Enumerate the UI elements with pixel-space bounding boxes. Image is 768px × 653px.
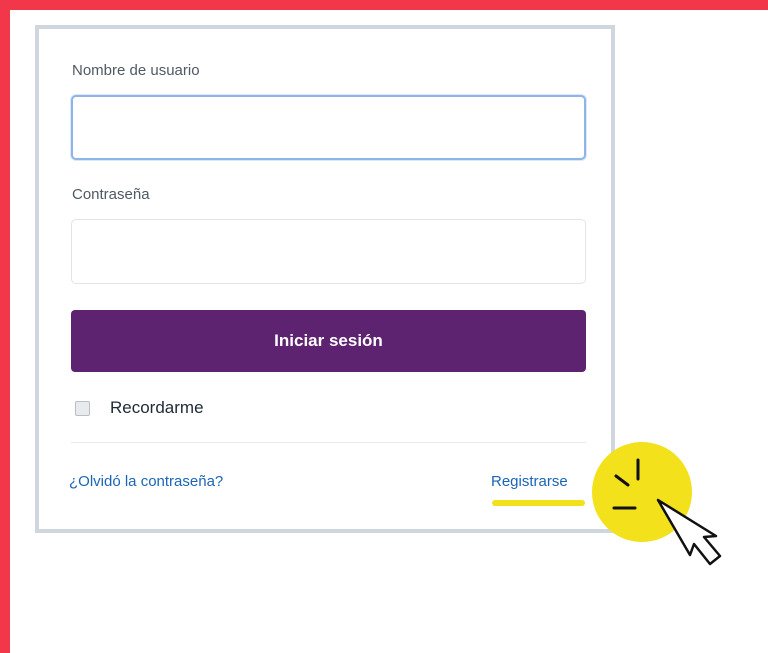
frame-left-accent — [0, 0, 10, 653]
remember-me-label: Recordarme — [110, 398, 204, 417]
password-input[interactable] — [71, 219, 586, 284]
login-card: Nombre de usuario Contraseña Iniciar ses… — [35, 25, 615, 533]
remember-me-checkbox[interactable] — [75, 400, 90, 416]
username-input[interactable] — [71, 95, 586, 160]
forgot-password-link[interactable]: ¿Olvidó la contraseña? — [69, 473, 223, 490]
remember-me-row[interactable]: Recordarme — [75, 398, 204, 418]
frame-top-accent — [0, 0, 768, 10]
page: Nombre de usuario Contraseña Iniciar ses… — [0, 0, 768, 653]
cursor-overlay — [592, 442, 722, 566]
register-highlight — [492, 500, 585, 506]
password-label: Contraseña — [72, 186, 150, 203]
register-link[interactable]: Registrarse — [491, 473, 568, 490]
login-button[interactable]: Iniciar sesión — [71, 310, 586, 372]
divider — [71, 442, 586, 443]
username-label: Nombre de usuario — [72, 62, 200, 79]
